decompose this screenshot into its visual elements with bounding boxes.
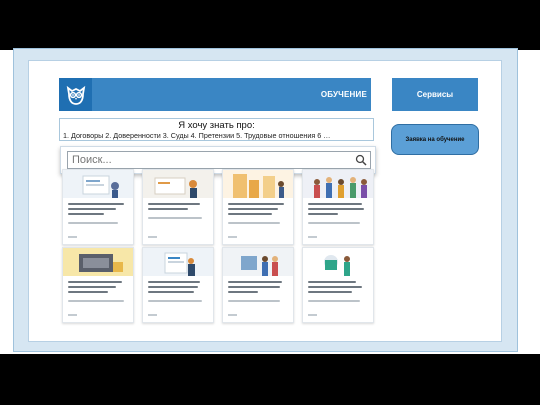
topics-box: Я хочу знать про: 1. Договоры 2. Доверен… bbox=[59, 118, 374, 141]
course-illustration bbox=[303, 170, 373, 198]
course-illustration bbox=[143, 170, 213, 198]
owl-logo-icon bbox=[59, 78, 92, 111]
course-grid bbox=[62, 169, 374, 323]
course-card[interactable] bbox=[302, 247, 374, 323]
training-request-button[interactable]: Заявка на обучение bbox=[391, 124, 479, 155]
topics-list: 1. Договоры 2. Доверенности 3. Суды 4. П… bbox=[63, 131, 331, 140]
course-illustration bbox=[63, 170, 133, 198]
course-card[interactable] bbox=[142, 169, 214, 245]
services-button[interactable]: Сервисы bbox=[392, 78, 478, 111]
course-illustration bbox=[303, 248, 373, 276]
course-illustration bbox=[223, 170, 293, 198]
course-illustration bbox=[223, 248, 293, 276]
search-icon[interactable] bbox=[355, 154, 367, 166]
topics-title: Я хочу знать про: bbox=[178, 120, 255, 131]
header-bar: ОБУЧЕНИЕ bbox=[59, 78, 371, 111]
course-illustration bbox=[143, 248, 213, 276]
course-card[interactable] bbox=[302, 169, 374, 245]
course-card[interactable] bbox=[222, 169, 294, 245]
course-card[interactable] bbox=[62, 169, 134, 245]
course-card[interactable] bbox=[142, 247, 214, 323]
page-title: ОБУЧЕНИЕ bbox=[320, 90, 367, 99]
course-illustration bbox=[63, 248, 133, 276]
course-card[interactable] bbox=[222, 247, 294, 323]
search-field[interactable] bbox=[67, 151, 371, 169]
search-input[interactable] bbox=[72, 153, 352, 167]
course-card[interactable] bbox=[62, 247, 134, 323]
